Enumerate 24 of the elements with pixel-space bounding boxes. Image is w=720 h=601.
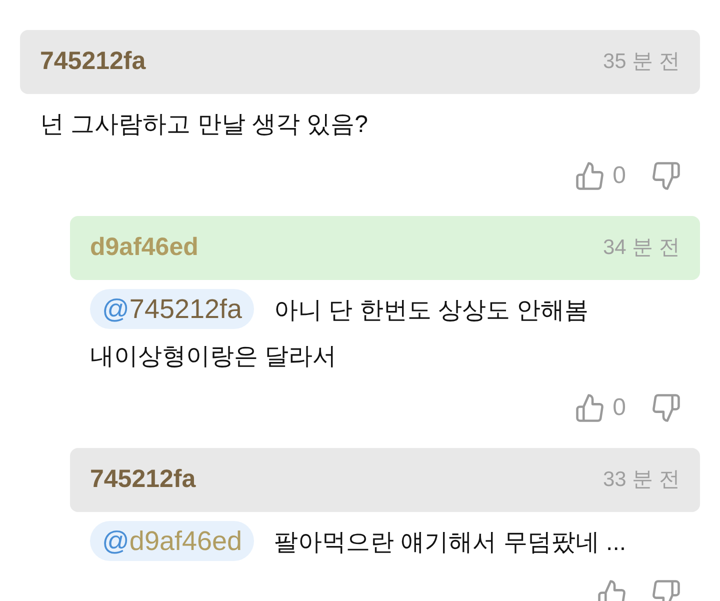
mention-link[interactable]: @745212fa bbox=[90, 289, 254, 329]
comment-text: @745212fa 아니 단 한번도 상상도 안해봄 내이상형이랑은 달라서 bbox=[70, 288, 700, 380]
mention-link[interactable]: @d9af46ed bbox=[90, 521, 254, 561]
like-button[interactable] bbox=[576, 162, 604, 190]
comment-time: 34 분 전 bbox=[602, 235, 680, 262]
like-count: 0 bbox=[612, 393, 626, 423]
thumbs-up-icon bbox=[598, 580, 626, 601]
comment-text: @d9af46ed 팔아먹으란 얘기해서 무덤팠네 ... bbox=[70, 520, 700, 566]
thumbs-up-icon bbox=[576, 162, 604, 190]
like-count: 0 bbox=[612, 161, 626, 191]
thumbs-down-icon bbox=[652, 580, 680, 601]
thumbs-down-icon bbox=[652, 394, 680, 422]
dislike-button[interactable] bbox=[652, 162, 680, 190]
author-name[interactable]: 745212fa bbox=[40, 43, 146, 81]
like-button[interactable] bbox=[576, 394, 604, 422]
comment-time: 33 분 전 bbox=[602, 467, 680, 494]
comment-text: 넌 그사람하고 만날 생각 있음? bbox=[39, 110, 370, 140]
dislike-button[interactable] bbox=[652, 580, 680, 601]
author-name[interactable]: 745212fa bbox=[90, 461, 196, 499]
comment-time: 35 분 전 bbox=[602, 49, 680, 76]
thumbs-down-icon bbox=[652, 162, 680, 190]
dislike-button[interactable] bbox=[652, 394, 680, 422]
thumbs-up-icon bbox=[576, 394, 604, 422]
like-button[interactable] bbox=[598, 580, 626, 601]
